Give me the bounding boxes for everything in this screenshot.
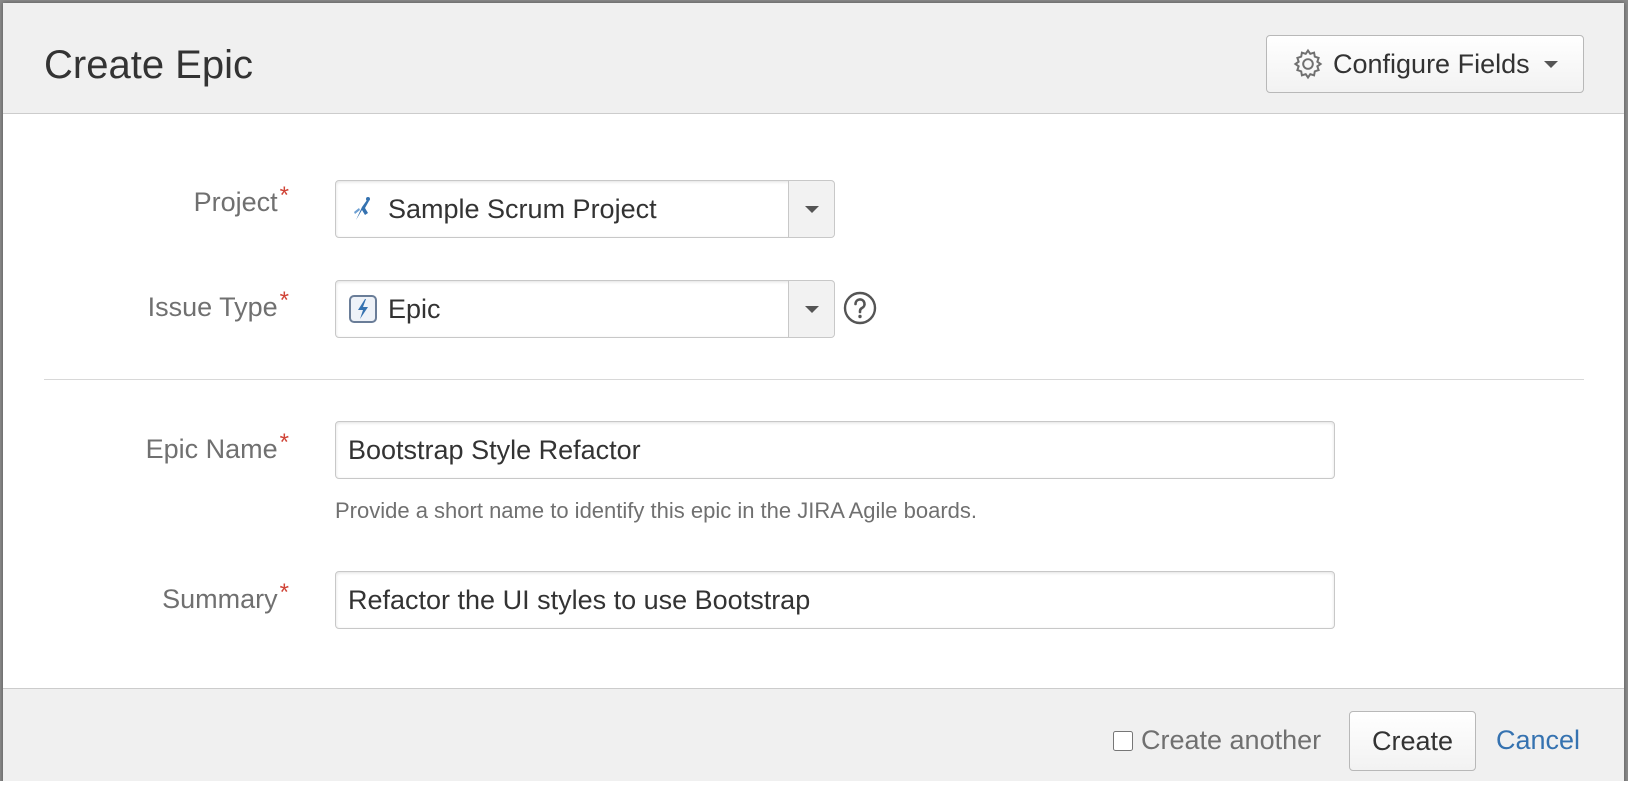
summary-input[interactable] bbox=[335, 571, 1335, 629]
gear-icon bbox=[1293, 48, 1323, 80]
background-page-text bbox=[0, 781, 1628, 794]
epic-name-label: Epic Name* bbox=[3, 429, 289, 467]
issue-type-value: Epic bbox=[388, 294, 441, 324]
required-marker: * bbox=[279, 579, 289, 606]
chevron-down-icon bbox=[804, 305, 819, 313]
dialog-header: Create Epic Configure Fields bbox=[3, 3, 1624, 114]
project-avatar-icon bbox=[354, 197, 370, 220]
issue-type-dropdown-arrow[interactable] bbox=[788, 281, 834, 337]
summary-label-text: Summary bbox=[162, 584, 278, 614]
create-another-toggle[interactable]: Create another bbox=[1113, 725, 1321, 756]
dialog-footer: Create another Create Cancel bbox=[3, 688, 1624, 791]
create-another-label: Create another bbox=[1141, 725, 1322, 755]
configure-fields-button[interactable]: Configure Fields bbox=[1266, 35, 1584, 93]
help-icon[interactable] bbox=[843, 291, 877, 325]
epic-name-label-text: Epic Name bbox=[145, 434, 278, 464]
create-button[interactable]: Create bbox=[1349, 711, 1476, 771]
project-value: Sample Scrum Project bbox=[388, 194, 657, 224]
dialog-title: Create Epic bbox=[44, 43, 253, 87]
cancel-link[interactable]: Cancel bbox=[1496, 725, 1580, 756]
required-marker: * bbox=[279, 182, 289, 209]
required-marker: * bbox=[279, 429, 289, 456]
required-marker: * bbox=[279, 287, 289, 314]
project-label: Project* bbox=[3, 182, 289, 220]
epic-name-help-text: Provide a short name to identify this ep… bbox=[335, 498, 978, 523]
project-label-text: Project bbox=[193, 187, 278, 217]
issue-type-label-text: Issue Type bbox=[147, 292, 278, 322]
create-epic-dialog: Create Epic Configure Fields Project* Sa… bbox=[3, 3, 1624, 791]
epic-name-input[interactable] bbox=[335, 421, 1335, 479]
summary-label: Summary* bbox=[3, 579, 289, 617]
project-dropdown-arrow[interactable] bbox=[788, 181, 834, 237]
section-divider bbox=[44, 379, 1584, 380]
chevron-down-icon bbox=[1543, 60, 1558, 68]
issue-type-label: Issue Type* bbox=[3, 287, 289, 325]
chevron-down-icon bbox=[804, 205, 819, 213]
configure-fields-label: Configure Fields bbox=[1333, 48, 1530, 79]
project-select[interactable]: Sample Scrum Project bbox=[335, 180, 835, 238]
issue-type-select[interactable]: Epic bbox=[335, 280, 835, 338]
create-another-checkbox[interactable] bbox=[1113, 730, 1133, 751]
epic-icon bbox=[349, 295, 377, 323]
